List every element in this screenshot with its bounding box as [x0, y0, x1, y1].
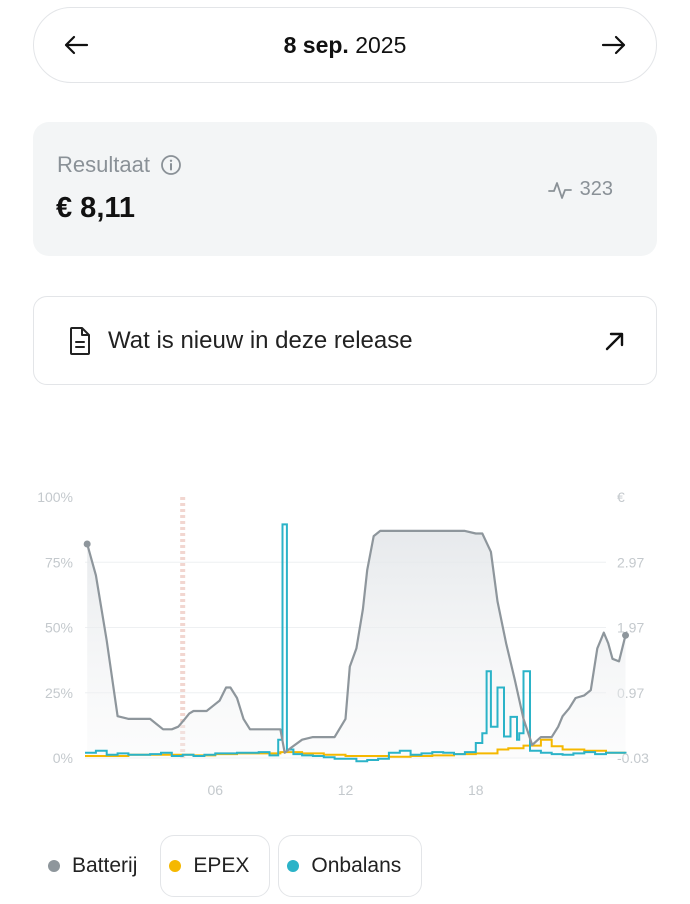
legend-item-batterij[interactable]: Batterij	[33, 835, 152, 897]
previous-day-button[interactable]	[54, 23, 98, 67]
external-link-icon	[604, 330, 626, 352]
legend-label-onbalans: Onbalans	[311, 854, 402, 877]
date-navigator: 8 sep. 2025	[33, 7, 657, 83]
result-title: Resultaat	[57, 152, 182, 178]
legend-item-onbalans[interactable]: Onbalans	[278, 835, 423, 897]
right-axis-tick: 1.97	[617, 620, 644, 636]
result-title-label: Resultaat	[57, 152, 150, 177]
arrow-right-icon	[601, 35, 626, 55]
left-axis-tick: 75%	[45, 554, 73, 570]
legend-dot-epex	[169, 860, 182, 872]
release-notes-card[interactable]: Wat is nieuw in deze release	[33, 296, 657, 385]
right-axis-tick: €	[617, 489, 625, 505]
left-axis-tick: 25%	[45, 685, 73, 701]
batterij-end-point	[622, 631, 630, 639]
x-axis-tick: 18	[468, 782, 484, 798]
x-axis-tick: 06	[207, 782, 223, 798]
left-axis-tick: 0%	[53, 750, 73, 766]
left-axis-tick: 50%	[45, 620, 73, 636]
date-label[interactable]: 8 sep. 2025	[284, 32, 407, 59]
chart-legend: Batterij EPEX Onbalans	[33, 834, 423, 898]
legend-dot-batterij	[48, 860, 60, 872]
cycles-value: 323	[579, 178, 613, 200]
date-year: 2025	[355, 31, 407, 58]
right-axis-tick: 2.97	[617, 554, 644, 570]
legend-item-epex[interactable]: EPEX	[160, 835, 271, 897]
batterij-start-point	[83, 540, 91, 548]
next-day-button[interactable]	[592, 23, 636, 67]
energy-chart: 100%75%50%25%0%€2.971.970.97-0.0306 12 18	[37, 489, 649, 798]
result-card: Resultaat € 8,11 323	[33, 122, 657, 256]
x-axis-tick: 12	[338, 782, 354, 798]
legend-label-epex: EPEX	[193, 854, 250, 877]
left-axis-tick: 100%	[37, 489, 73, 505]
legend-dot-onbalans	[287, 860, 300, 872]
cycles-counter: 323	[547, 178, 613, 201]
result-value: € 8,11	[56, 192, 136, 224]
date-day: 8 sep.	[283, 31, 349, 58]
activity-icon	[547, 181, 572, 199]
arrow-left-icon	[64, 35, 89, 55]
legend-label-batterij: Batterij	[72, 854, 138, 877]
info-icon[interactable]	[160, 154, 182, 176]
document-icon	[68, 326, 92, 356]
release-notes-label: Wat is nieuw in deze release	[108, 326, 413, 354]
